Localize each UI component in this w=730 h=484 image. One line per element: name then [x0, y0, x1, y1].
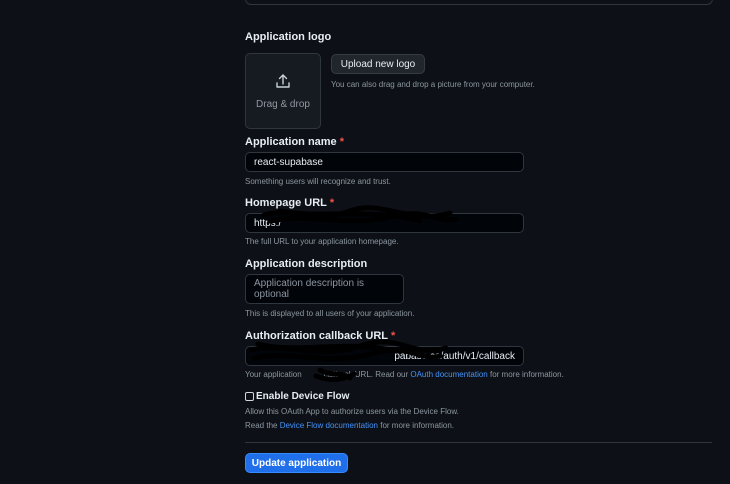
callback-value: pabase.co/auth/v1/callback	[394, 350, 515, 362]
upload-icon	[275, 73, 291, 94]
device-flow-label[interactable]: Enable Device Flow	[256, 391, 349, 402]
homepage-label: Homepage URL *	[245, 197, 335, 209]
description-placeholder: Application description is optional	[254, 278, 365, 300]
app-name-input[interactable]: react-supabase	[245, 152, 524, 172]
description-textarea[interactable]: Application description is optional	[245, 274, 404, 304]
callback-input[interactable]: pabase.co/auth/v1/callback	[245, 346, 524, 366]
oauth-doc-link[interactable]: OAuth documentation	[410, 370, 487, 379]
description-label: Application description	[245, 258, 368, 270]
device-flow-read: Read the Device Flow documentation for m…	[245, 421, 455, 430]
homepage-hint: The full URL to your application homepag…	[245, 237, 399, 246]
homepage-value: https:/	[254, 217, 282, 229]
app-name-hint: Something users will recognize and trust…	[245, 177, 391, 186]
callback-label: Authorization callback URL *	[245, 330, 396, 342]
required-mark: *	[339, 136, 344, 148]
description-hint: This is displayed to all users of your a…	[245, 309, 415, 318]
logo-hint: You can also drag and drop a picture fro…	[331, 80, 535, 89]
dropzone-text: Drag & drop	[256, 98, 310, 110]
app-name-value: react-supabase	[254, 156, 323, 168]
logo-label: Application logo	[245, 31, 332, 43]
divider	[245, 442, 712, 443]
required-mark: *	[329, 197, 335, 209]
logo-dropzone[interactable]: Drag & drop	[245, 53, 321, 129]
previous-field-box	[245, 0, 713, 5]
device-flow-checkbox[interactable]	[245, 392, 254, 401]
upload-logo-button[interactable]: Upload new logo	[331, 54, 425, 74]
required-mark: *	[391, 330, 396, 342]
homepage-input[interactable]: https:/	[245, 213, 524, 233]
device-flow-desc: Allow this OAuth App to authorize users …	[245, 407, 459, 416]
update-application-button[interactable]: Update application	[245, 453, 348, 473]
callback-hint: Your application callback URL. Read our O…	[245, 370, 564, 379]
device-flow-doc-link[interactable]: Device Flow documentation	[280, 421, 378, 430]
app-name-label: Application name *	[245, 136, 344, 148]
